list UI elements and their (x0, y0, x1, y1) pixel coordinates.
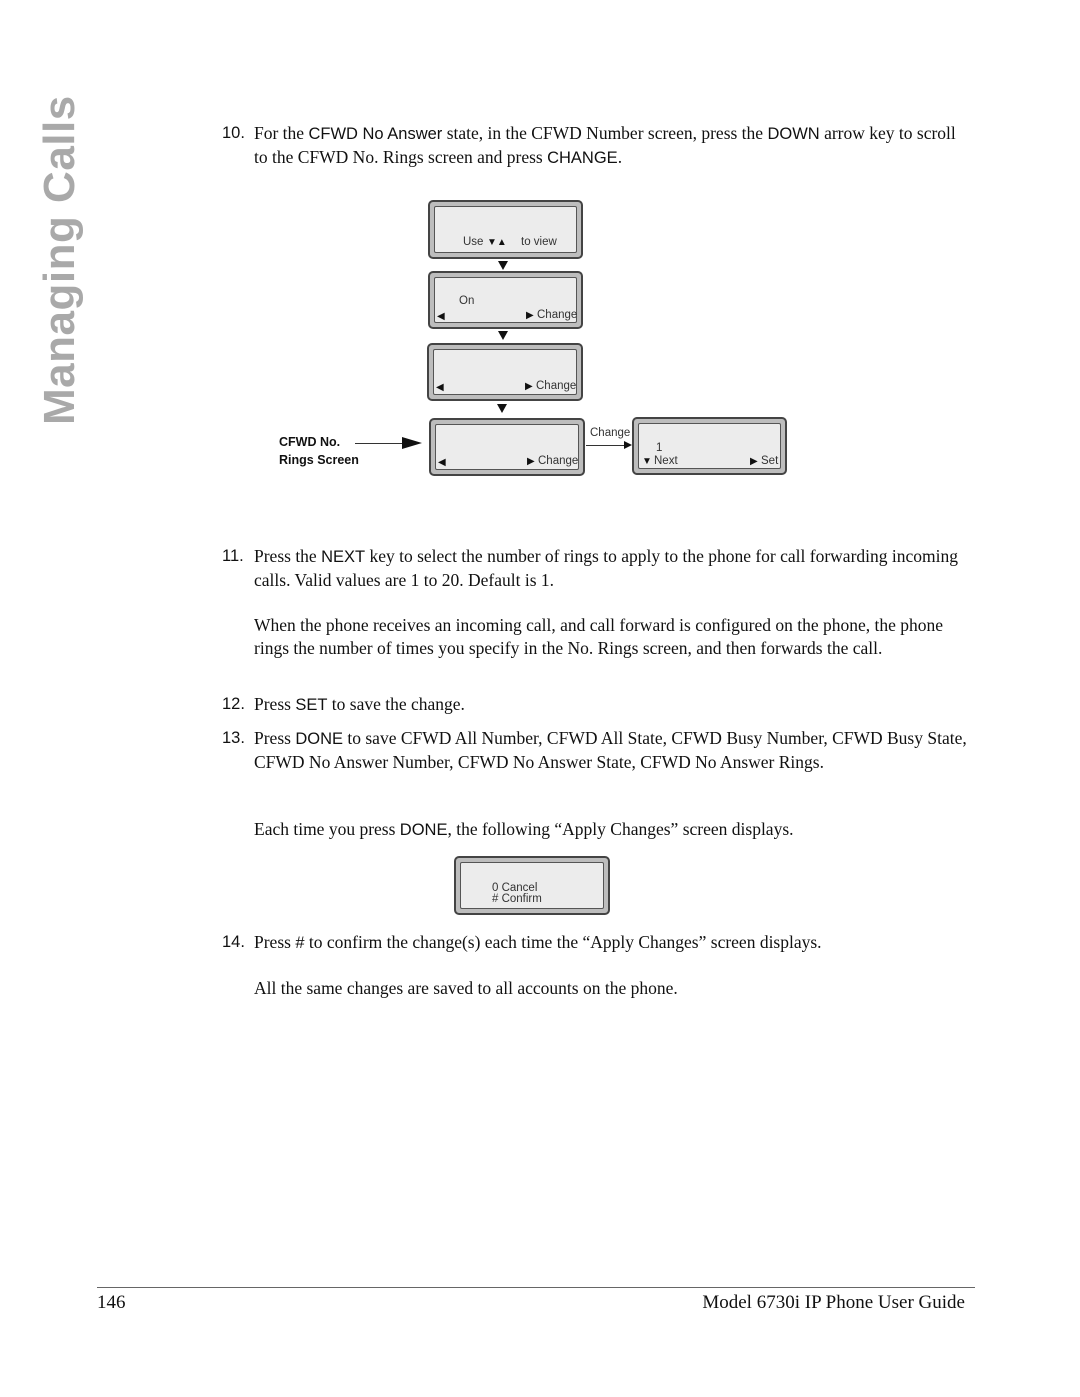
key-done: DONE (295, 730, 343, 748)
phone-screen-state-on: On ◀ ▶ Change (428, 271, 583, 329)
key-change: CHANGE (547, 149, 618, 167)
softkey-change: Change (538, 455, 579, 467)
step-text: Press SET to save the change. (254, 694, 465, 714)
step-number: 14. (222, 933, 245, 951)
step-10: 10. For the CFWD No Answer state, in the… (222, 122, 972, 170)
left-arrow-icon: ◀ (438, 457, 446, 468)
callout-label-line2: Rings Screen (279, 453, 359, 467)
section-tab-title: Managing Calls (35, 95, 84, 425)
step-number: 11. (222, 547, 244, 565)
step-number: 10. (222, 124, 245, 142)
screen-value-on: On (459, 295, 475, 307)
step-number: 12. (222, 695, 245, 713)
phone-screen-blank-change: ◀ ▶ Change (427, 343, 583, 401)
step-text: Press DONE to save CFWD All Number, CFWD… (254, 728, 967, 772)
step-11: 11. Press the NEXT key to select the num… (222, 545, 972, 592)
key-set: SET (295, 696, 328, 714)
key-next: NEXT (321, 548, 366, 566)
transition-arrow-icon (624, 441, 632, 449)
step-12: 12. Press SET to save the change. (222, 693, 972, 717)
screen-value-rings: 1 (656, 442, 663, 454)
right-arrow-icon: ▶ (527, 456, 535, 467)
key-cfwd-no-answer: CFWD No Answer (308, 125, 443, 143)
transition-label-change: Change (590, 427, 631, 439)
footer-rule (97, 1287, 975, 1288)
down-arrow-icon (498, 331, 508, 340)
page-number: 146 (97, 1292, 126, 1313)
step-14-note: All the same changes are saved to all ac… (254, 978, 678, 998)
phone-screen-use-to-view: Use ▼▲ to view (428, 200, 583, 259)
left-arrow-icon: ◀ (436, 382, 444, 393)
softkey-change: Change (536, 380, 577, 392)
phone-screen-rings-value: 1 ▼ Next ▶ Set (632, 417, 787, 475)
left-arrow-icon: ◀ (437, 311, 445, 322)
down-arrow-icon (497, 404, 507, 413)
key-done: DONE (399, 821, 448, 839)
phone-screen-apply-changes: 0 Cancel # Confirm (454, 856, 610, 915)
softkey-change: Change (537, 309, 578, 321)
down-arrow-icon (498, 261, 508, 270)
step-text: For the CFWD No Answer state, in the CFW… (254, 123, 956, 167)
right-arrow-icon: ▶ (526, 310, 534, 321)
callout-arrow-icon (402, 437, 422, 449)
callout-label-line1: CFWD No. (279, 435, 341, 449)
step-text: Press # to confirm the change(s) each ti… (254, 932, 822, 952)
step-14: 14. Press # to confirm the change(s) eac… (222, 931, 972, 955)
step-number: 13. (222, 729, 245, 747)
key-down: DOWN (767, 125, 820, 143)
down-arrow-icon: ▼ (642, 456, 652, 467)
screen-text-use: Use (463, 236, 484, 248)
step-13-note: Each time you press DONE, the following … (254, 819, 794, 839)
key-hash: # (295, 934, 305, 952)
right-arrow-icon: ▶ (750, 456, 758, 467)
step-text: Press the NEXT key to select the number … (254, 546, 958, 590)
right-arrow-icon: ▶ (525, 381, 533, 392)
scroll-arrows-icon: ▼▲ (487, 237, 507, 248)
callout-line (355, 443, 403, 444)
footer-title: Model 6730i IP Phone User Guide (702, 1292, 965, 1313)
screen-option-confirm: # Confirm (492, 893, 542, 905)
screen-text-to-view: to view (521, 236, 557, 248)
step-13: 13. Press DONE to save CFWD All Number, … (222, 727, 972, 774)
transition-line (586, 445, 626, 446)
step-11-note: When the phone receives an incoming call… (254, 615, 944, 658)
softkey-next: Next (654, 455, 678, 467)
phone-screen-cfwd-no-rings: ◀ ▶ Change (429, 418, 585, 476)
softkey-set: Set (761, 455, 779, 467)
